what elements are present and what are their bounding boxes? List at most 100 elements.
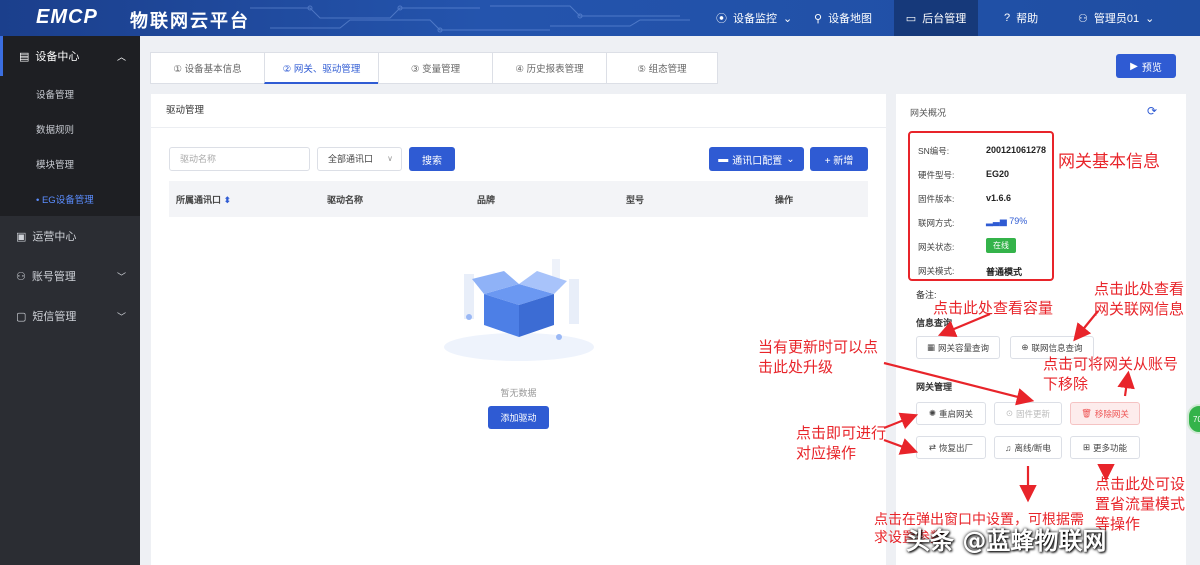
driver-panel: 驱动管理 驱动名称 全部通讯口 ∨ 搜索 ▬ 通讯口配置 ⌄ + 新增 所属通讯… — [151, 94, 886, 565]
mode-label: 网关模式: — [918, 266, 955, 276]
column-brand: 品牌 — [477, 194, 496, 205]
device-icon: ▤ — [19, 50, 30, 63]
tab-configuration[interactable]: ⑤ 组态管理 — [606, 52, 718, 84]
annotation-more: 点击此处可设置省流量模式等操作 — [1095, 475, 1186, 533]
column-actions: 操作 — [775, 194, 794, 205]
sidebar-group-device-center[interactable]: ▤ 设备中心 ︿ — [0, 36, 140, 76]
monitor-icon: ▭ — [905, 12, 917, 25]
chevron-down-icon: ﹀ — [116, 271, 126, 282]
empty-text: 暂无数据 — [500, 388, 537, 398]
sn-label: SN编号: — [918, 146, 950, 156]
nav-help[interactable]: ? 帮助 — [1004, 0, 1054, 36]
user-icon: ⚇ — [1078, 12, 1088, 25]
step-tabs: ① 设备基本信息 ② 网关、驱动管理 ③ 变量管理 ④ 历史报表管理 ⑤ 组态管… — [150, 52, 718, 84]
column-port[interactable]: 所属通讯口 ⬍ — [176, 193, 231, 206]
sidebar-group-account[interactable]: ⚇ 账号管理 ﹀ — [0, 256, 140, 296]
column-driver-name: 驱动名称 — [327, 194, 364, 205]
button-label: 通讯口配置 — [732, 155, 783, 167]
annotation-upgrade: 当有更新时可以点击此处升级 — [758, 338, 879, 376]
chevron-up-icon: ︿ — [116, 51, 126, 62]
watermark: 头条 @蓝蜂物联网 — [906, 527, 1107, 555]
app-logo[interactable]: EMCP — [36, 6, 98, 29]
nav-device-map[interactable]: ⚲ 设备地图 — [814, 0, 884, 36]
capacity-query-button[interactable]: ▦ 网关容量查询 — [916, 336, 1000, 359]
firmware-value: v1.6.6 — [986, 193, 1012, 203]
signal-icon: ▂▃▅ — [986, 216, 1007, 226]
tab-variables[interactable]: ③ 变量管理 — [378, 52, 492, 84]
nav-device-monitor[interactable]: ⦿ 设备监控 ⌄ — [716, 0, 796, 36]
hardware-value: EG20 — [986, 169, 1010, 179]
sn-value: 200121061278 — [986, 145, 1047, 155]
tab-basic-info[interactable]: ① 设备基本信息 — [150, 52, 264, 84]
loading-icon: ✺ — [928, 408, 937, 418]
sidebar: ▤ 设备中心 ︿ 设备管理 数据规则 模块管理 • EG设备管理 ▣ 运营中心 … — [0, 36, 140, 565]
upload-icon: ⊙ — [1005, 408, 1014, 418]
gateway-basic-info-box: SN编号: 200121061278 硬件型号: EG20 固件版本: v1.6… — [908, 131, 1054, 281]
status-badge: 在线 — [986, 238, 1016, 253]
play-icon: ▶ — [1130, 60, 1138, 72]
top-bar: EMCP 物联网云平台 ⦿ 设备监控 ⌄ ⚲ 设备地图 ▭ 后台管理 ? 帮助 … — [0, 0, 1200, 36]
hardware-label: 硬件型号: — [918, 170, 955, 180]
sidebar-group-ops-center[interactable]: ▣ 运营中心 — [0, 216, 140, 256]
sidebar-item-data-rules[interactable]: 数据规则 — [0, 111, 140, 146]
sidebar-group-sms[interactable]: ▢ 短信管理 ﹀ — [0, 296, 140, 336]
nav-user[interactable]: ⚇ 管理员01 ⌄ — [1078, 0, 1168, 36]
gateway-overview-title: 网关概况 — [910, 108, 947, 118]
chevron-down-icon: ⌄ — [1145, 12, 1155, 25]
sort-icon: ⬍ — [223, 194, 232, 205]
gateway-manage-label: 网关管理 — [916, 382, 953, 392]
factory-reset-button[interactable]: ⇄ 恢复出厂 — [916, 436, 986, 459]
sidebar-group-label: 运营中心 — [32, 231, 77, 243]
port-select[interactable]: 全部通讯口 ∨ — [317, 147, 402, 171]
nav-label: 管理员01 — [1093, 13, 1140, 25]
chevron-down-icon: ∨ — [387, 154, 393, 163]
app-title: 物联网云平台 — [130, 11, 250, 31]
nav-label: 设备监控 — [733, 13, 777, 25]
port-config-button[interactable]: ▬ 通讯口配置 ⌄ — [709, 147, 804, 171]
select-value: 全部通讯口 — [328, 154, 374, 164]
sidebar-item-device-manage[interactable]: 设备管理 — [0, 76, 140, 111]
message-icon: ▢ — [16, 310, 27, 323]
circuit-pattern — [250, 5, 690, 33]
preview-label: 预览 — [1141, 62, 1162, 74]
tab-gateway-driver[interactable]: ② 网关、驱动管理 — [264, 52, 378, 84]
column-model: 型号 — [626, 194, 645, 205]
add-button[interactable]: + 新增 — [810, 147, 868, 171]
panel-title: 驱动管理 — [151, 94, 886, 128]
location-icon: ⦿ — [716, 13, 727, 25]
tab-history-report[interactable]: ④ 历史报表管理 — [492, 52, 606, 84]
sidebar-group-label: 短信管理 — [32, 311, 77, 323]
driver-name-input[interactable]: 驱动名称 — [169, 147, 310, 171]
bell-icon: ♫ — [1005, 442, 1012, 453]
restart-gateway-button[interactable]: ✺ 重启网关 — [916, 402, 986, 425]
firmware-label: 固件版本: — [918, 194, 955, 204]
table-header: 所属通讯口 ⬍ 驱动名称 品牌 型号 操作 — [169, 181, 868, 217]
trash-icon: 🗑 — [1081, 408, 1092, 418]
grid-icon: ⊞ — [1082, 442, 1091, 452]
network-label: 联网方式: — [918, 218, 955, 228]
chevron-down-icon: ⌄ — [783, 12, 793, 25]
map-pin-icon: ⚲ — [814, 12, 823, 25]
more-functions-button[interactable]: ⊞ 更多功能 — [1070, 436, 1140, 459]
preview-button[interactable]: ▶ 预览 — [1116, 54, 1176, 78]
network-value: ▂▃▅ 79% — [986, 216, 1028, 226]
remove-gateway-button[interactable]: 🗑 移除网关 — [1070, 402, 1140, 425]
sidebar-group-label: 账号管理 — [31, 271, 76, 283]
empty-box-illustration — [444, 259, 594, 361]
sidebar-item-eg-device[interactable]: • EG设备管理 — [0, 181, 140, 216]
floating-badge[interactable]: 70 — [1187, 404, 1200, 434]
monitor-icon: ▬ — [718, 153, 729, 165]
add-driver-button[interactable]: 添加驱动 — [488, 406, 549, 429]
annotation-capacity: 点击此处查看容量 — [933, 299, 1054, 317]
page-scrollbar[interactable] — [1188, 36, 1200, 565]
firmware-update-button[interactable]: ⊙ 固件更新 — [994, 402, 1062, 425]
offline-button[interactable]: ♫ 离线/断电 — [994, 436, 1062, 459]
nav-admin[interactable]: ▭ 后台管理 — [894, 0, 978, 36]
search-button[interactable]: 搜索 — [409, 147, 455, 171]
users-icon: ⚇ — [16, 270, 26, 283]
sidebar-item-module-manage[interactable]: 模块管理 — [0, 146, 140, 181]
ops-icon: ▣ — [16, 230, 27, 243]
nav-label: 设备地图 — [828, 13, 873, 25]
annotation-remove: 点击可将网关从账号下移除 — [1043, 355, 1179, 393]
refresh-icon[interactable]: ⟳ — [1147, 104, 1157, 118]
